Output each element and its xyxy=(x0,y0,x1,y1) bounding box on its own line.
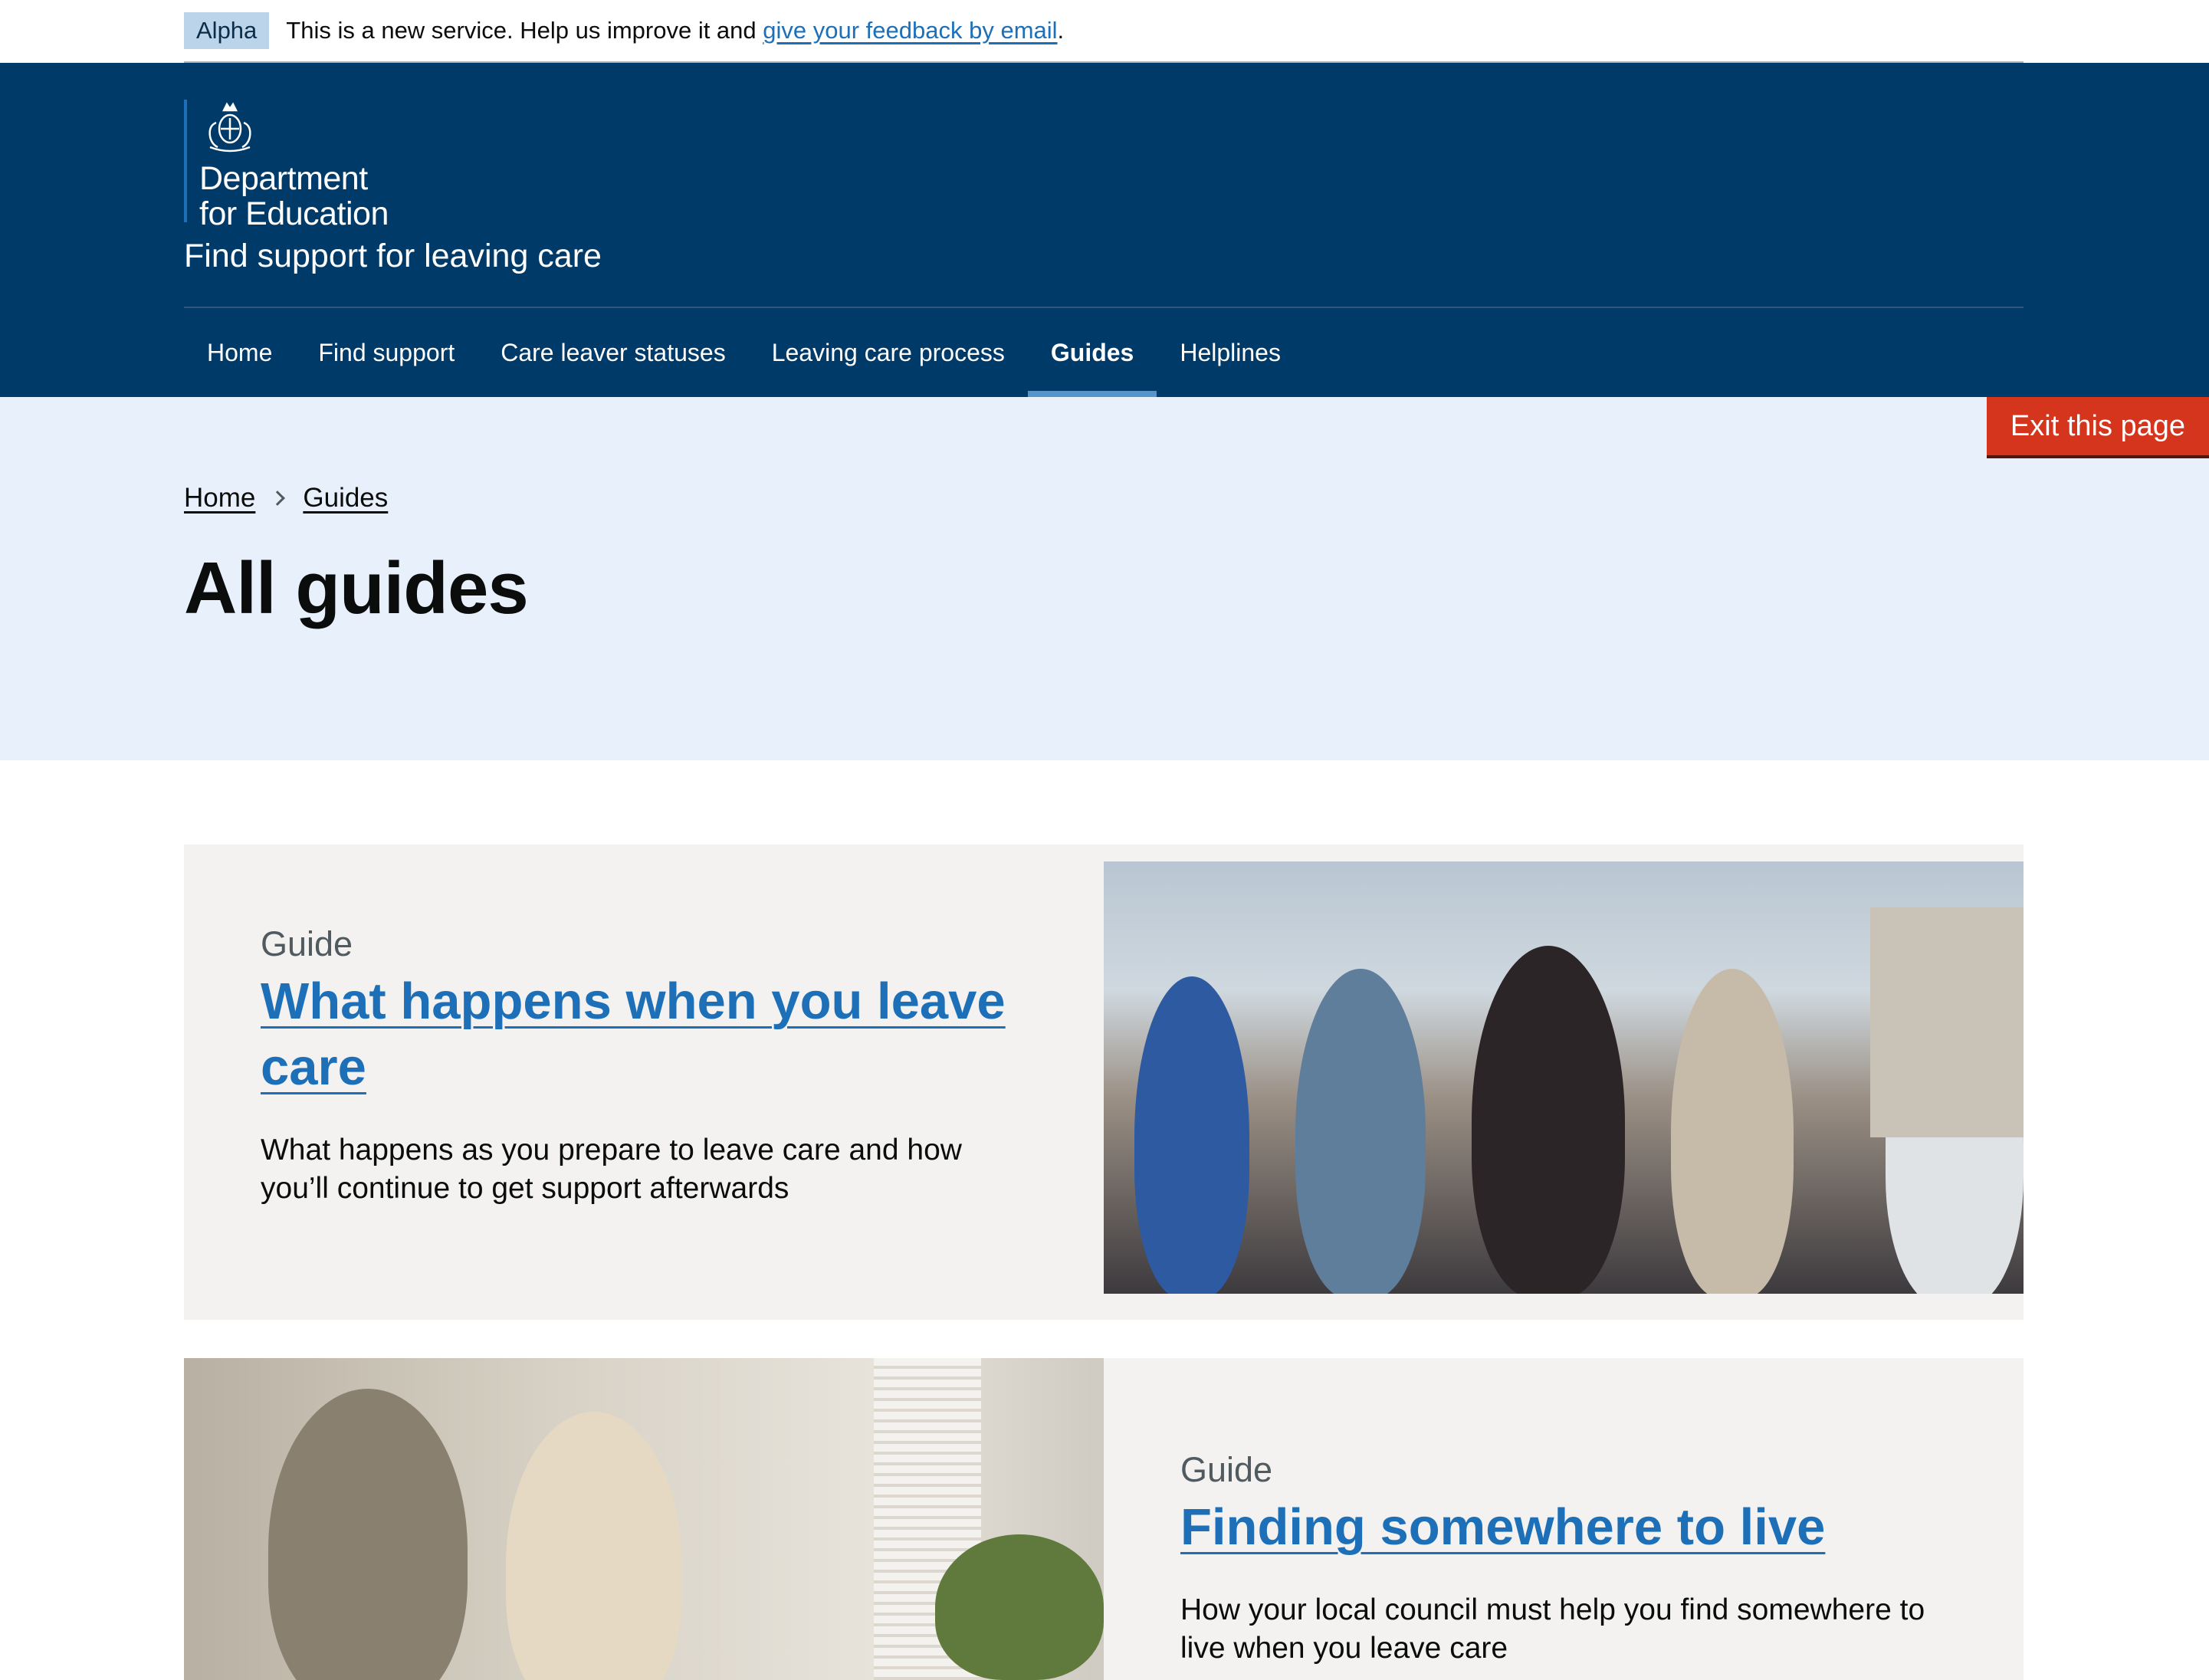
org-logo[interactable]: Department for Education xyxy=(184,100,389,231)
guide-label: Guide xyxy=(261,924,353,963)
guide-title-wrap: What happens when you leave care xyxy=(261,969,1027,1101)
guide-photo-young-people-walking xyxy=(1104,861,2024,1294)
phase-suffix: . xyxy=(1057,17,1065,44)
photo-figure xyxy=(1134,976,1249,1294)
feedback-link[interactable]: give your feedback by email xyxy=(763,17,1057,44)
nav-item-helplines[interactable]: Helplines xyxy=(1157,308,1304,397)
photo-building xyxy=(1870,907,2024,1137)
guide-label: Guide xyxy=(1180,1450,1273,1489)
chevron-right-icon xyxy=(270,491,286,506)
nav-item-guides[interactable]: Guides xyxy=(1027,308,1157,397)
phase-tag: Alpha xyxy=(184,12,270,49)
royal-crest-icon xyxy=(208,102,251,153)
service-name[interactable]: Find support for leaving care xyxy=(184,238,602,275)
org-name-line2: for Education xyxy=(199,195,389,232)
primary-navigation: Home Find support Care leaver statuses L… xyxy=(184,308,1304,397)
guide-title-link[interactable]: Finding somewhere to live xyxy=(1180,1498,1825,1556)
exit-page-button[interactable]: Exit this page xyxy=(1987,397,2209,458)
phase-banner: Alpha This is a new service. Help us imp… xyxy=(0,0,2209,63)
breadcrumb-home[interactable]: Home xyxy=(184,483,255,514)
site-header: Department for Education Find support fo… xyxy=(0,63,2209,397)
page-title: All guides xyxy=(184,547,529,629)
phase-text: This is a new service. Help us improve i… xyxy=(286,17,1064,44)
photo-plant xyxy=(935,1534,1104,1680)
breadcrumb-guides[interactable]: Guides xyxy=(303,483,388,514)
guide-card-text: Guide What happens when you leave care W… xyxy=(261,924,1027,1208)
guide-card: Guide Finding somewhere to live How your… xyxy=(184,1358,2024,1680)
guide-description: How your local council must help you fin… xyxy=(1180,1593,1925,1665)
nav-item-find-support[interactable]: Find support xyxy=(295,308,478,397)
photo-figure xyxy=(268,1389,468,1680)
photo-figure xyxy=(1295,969,1426,1294)
photo-figure xyxy=(1472,946,1625,1294)
guide-description: What happens as you prepare to leave car… xyxy=(261,1134,962,1205)
photo-figure xyxy=(1671,969,1794,1294)
guide-card: Guide What happens when you leave care W… xyxy=(184,845,2024,1320)
org-name: Department for Education xyxy=(199,161,389,231)
photo-figure xyxy=(506,1412,682,1680)
nav-item-care-leaver-statuses[interactable]: Care leaver statuses xyxy=(478,308,748,397)
guide-title-wrap: Finding somewhere to live xyxy=(1180,1495,1947,1560)
phase-message: This is a new service. Help us improve i… xyxy=(286,17,763,44)
guide-title-link[interactable]: What happens when you leave care xyxy=(261,973,1006,1096)
nav-item-home[interactable]: Home xyxy=(184,308,295,397)
nav-item-leaving-care-process[interactable]: Leaving care process xyxy=(749,308,1028,397)
phase-banner-inner: Alpha This is a new service. Help us imp… xyxy=(184,0,2024,63)
guide-photo-kitchen xyxy=(184,1358,1104,1680)
guide-card-text: Guide Finding somewhere to live How your… xyxy=(1180,1450,1947,1668)
org-name-line1: Department xyxy=(199,160,368,197)
breadcrumb: Home Guides xyxy=(184,483,388,514)
hero-section: Home Guides All guides xyxy=(0,397,2209,760)
